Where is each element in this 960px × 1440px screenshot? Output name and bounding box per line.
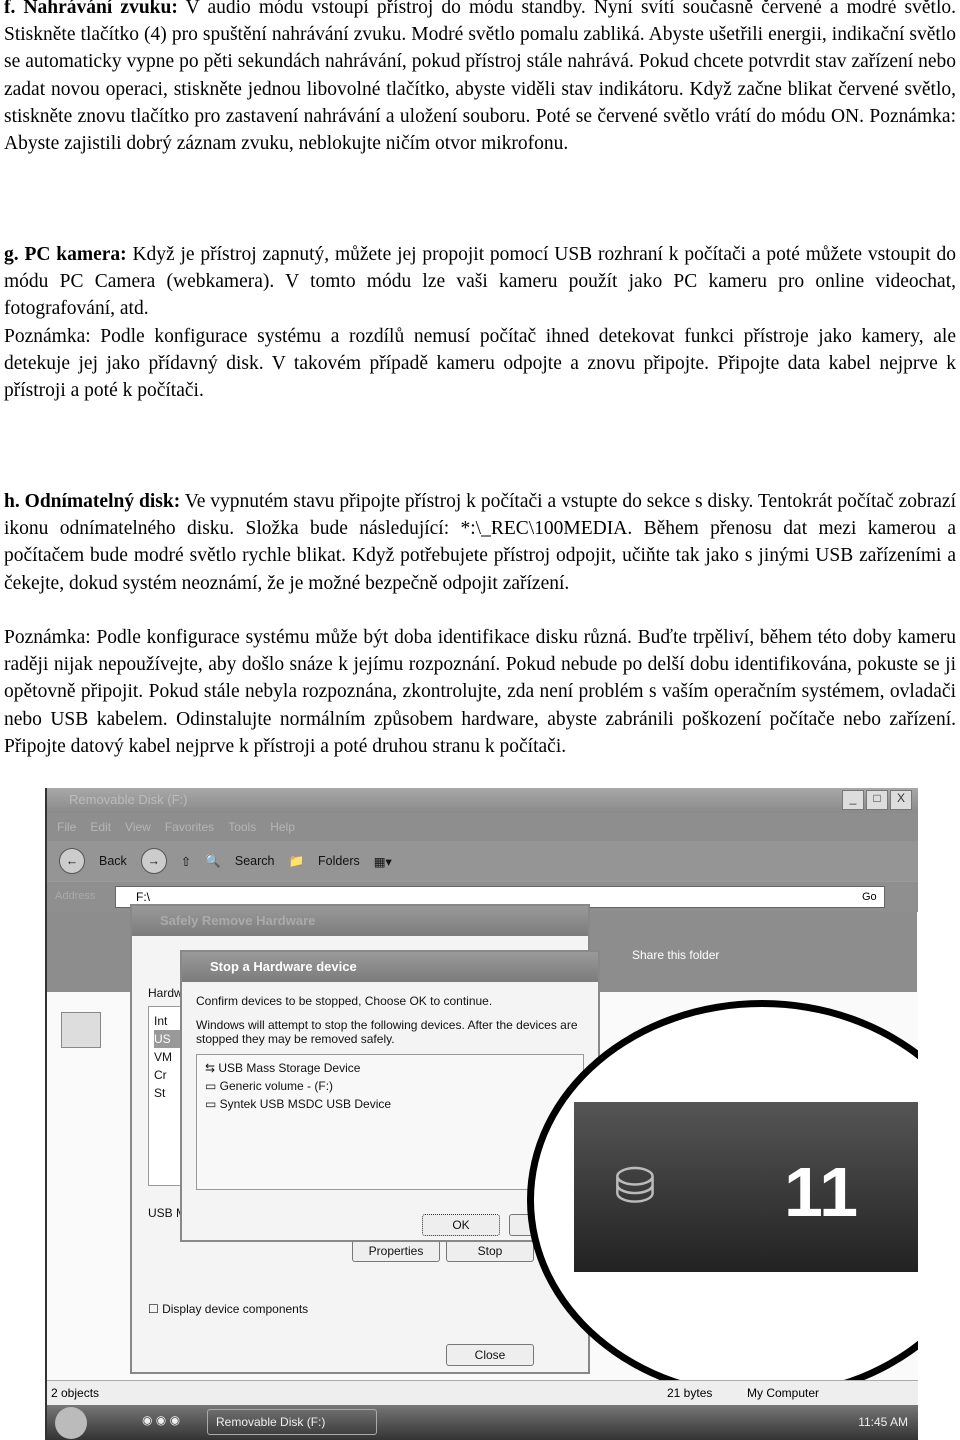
heading-g: g. PC kamera:: [4, 244, 127, 265]
note-h: Poznámka: Podle konfigurace systému může…: [4, 627, 956, 757]
menu-favorites[interactable]: Favorites: [165, 820, 214, 834]
taskbar-item[interactable]: Removable Disk (F:): [207, 1409, 377, 1435]
views-icon[interactable]: ▦▾: [374, 854, 392, 869]
go-button[interactable]: Go: [862, 891, 877, 903]
stop-dialog-title: Stop a Hardware device: [182, 952, 598, 982]
menu-view[interactable]: View: [125, 820, 151, 834]
device-row[interactable]: ⇆ USB Mass Storage Device: [205, 1059, 575, 1077]
close-button[interactable]: Close: [446, 1344, 534, 1366]
device-row[interactable]: ▭ Generic volume - (F:): [205, 1077, 575, 1095]
explorer-screenshot: Removable Disk (F:) _ □ X File Edit View F…: [45, 788, 918, 1440]
device-name: Syntek USB MSDC USB Device: [219, 1097, 392, 1111]
clock: 11:45 AM: [858, 1415, 908, 1429]
menu-bar: File Edit View Favorites Tools Help: [47, 813, 918, 841]
note-g: Poznámka: Podle konfigurace systému a ro…: [4, 326, 956, 402]
device-list: ⇆ USB Mass Storage Device ▭ Generic volu…: [196, 1054, 584, 1190]
status-bar: 2 objects 21 bytes My Computer: [47, 1380, 918, 1405]
search-icon: 🔍: [205, 853, 221, 868]
properties-button[interactable]: Properties: [352, 1240, 440, 1262]
heading-f: f. Nahrávání zvuku:: [4, 0, 178, 18]
status-objects: 2 objects: [51, 1386, 100, 1400]
device-row[interactable]: ▭ Syntek USB MSDC USB Device: [205, 1095, 575, 1113]
window-buttons: _ □ X: [842, 790, 912, 810]
safely-remove-tray-icon: ⛁: [614, 1158, 656, 1214]
taskbar: ◉ ◉ ◉ Removable Disk (F:) 11:45 AM: [47, 1405, 918, 1440]
ok-button[interactable]: OK: [422, 1214, 500, 1236]
info-text: Windows will attempt to stop the followi…: [196, 1018, 578, 1046]
status-location: My Computer: [747, 1386, 820, 1400]
address-label: Address: [55, 890, 96, 902]
quicklaunch-icons[interactable]: ◉ ◉ ◉: [142, 1413, 180, 1427]
section-h: h. Odnímatelný disk: Ve vypnutém stavu p…: [4, 488, 956, 597]
display-components-checkbox[interactable]: ☐ Display device components: [148, 1302, 308, 1316]
minimize-icon[interactable]: _: [842, 790, 864, 810]
start-button[interactable]: [55, 1407, 87, 1439]
menu-file[interactable]: File: [57, 820, 76, 834]
back-arrow-icon[interactable]: ←: [59, 848, 85, 874]
menu-help[interactable]: Help: [270, 820, 295, 834]
back-button[interactable]: Back: [99, 854, 127, 868]
status-size: 21 bytes: [667, 1386, 713, 1400]
folder-icon[interactable]: [61, 1012, 101, 1048]
forward-arrow-icon[interactable]: →: [140, 848, 167, 874]
toolbar: ← Back → ⇧ 🔍 Search 📁 Folders ▦▾: [47, 841, 918, 881]
text-f: V audio módu vstoupí přístroj do módu st…: [4, 0, 956, 155]
device-name: USB Mass Storage Device: [218, 1061, 361, 1075]
safely-remove-title: Safely Remove Hardware: [132, 906, 588, 936]
text-g: Když je přístroj zapnutý, můžete jej pro…: [4, 244, 956, 320]
maximize-icon[interactable]: □: [866, 790, 888, 810]
share-folder-link[interactable]: Share this folder: [632, 948, 719, 962]
menu-tools[interactable]: Tools: [228, 820, 256, 834]
close-icon[interactable]: X: [890, 790, 912, 810]
menu-edit[interactable]: Edit: [90, 820, 111, 834]
section-g: g. PC kamera: Když je přístroj zapnutý, …: [4, 241, 956, 323]
up-folder-icon[interactable]: ⇧: [181, 854, 191, 869]
stop-button[interactable]: Stop: [446, 1240, 534, 1262]
display-components-label: Display device components: [162, 1302, 309, 1316]
folders-button[interactable]: Folders: [318, 854, 360, 868]
section-f: f. Nahrávání zvuku: V audio módu vstoupí…: [4, 0, 956, 157]
device-name: Generic volume - (F:): [219, 1079, 334, 1093]
folders-icon: 📁: [288, 853, 305, 868]
confirm-text: Confirm devices to be stopped, Choose OK…: [196, 994, 493, 1008]
window-title: Removable Disk (F:): [47, 788, 918, 813]
heading-h: h. Odnímatelný disk:: [4, 491, 181, 512]
search-button[interactable]: Search: [235, 854, 275, 868]
